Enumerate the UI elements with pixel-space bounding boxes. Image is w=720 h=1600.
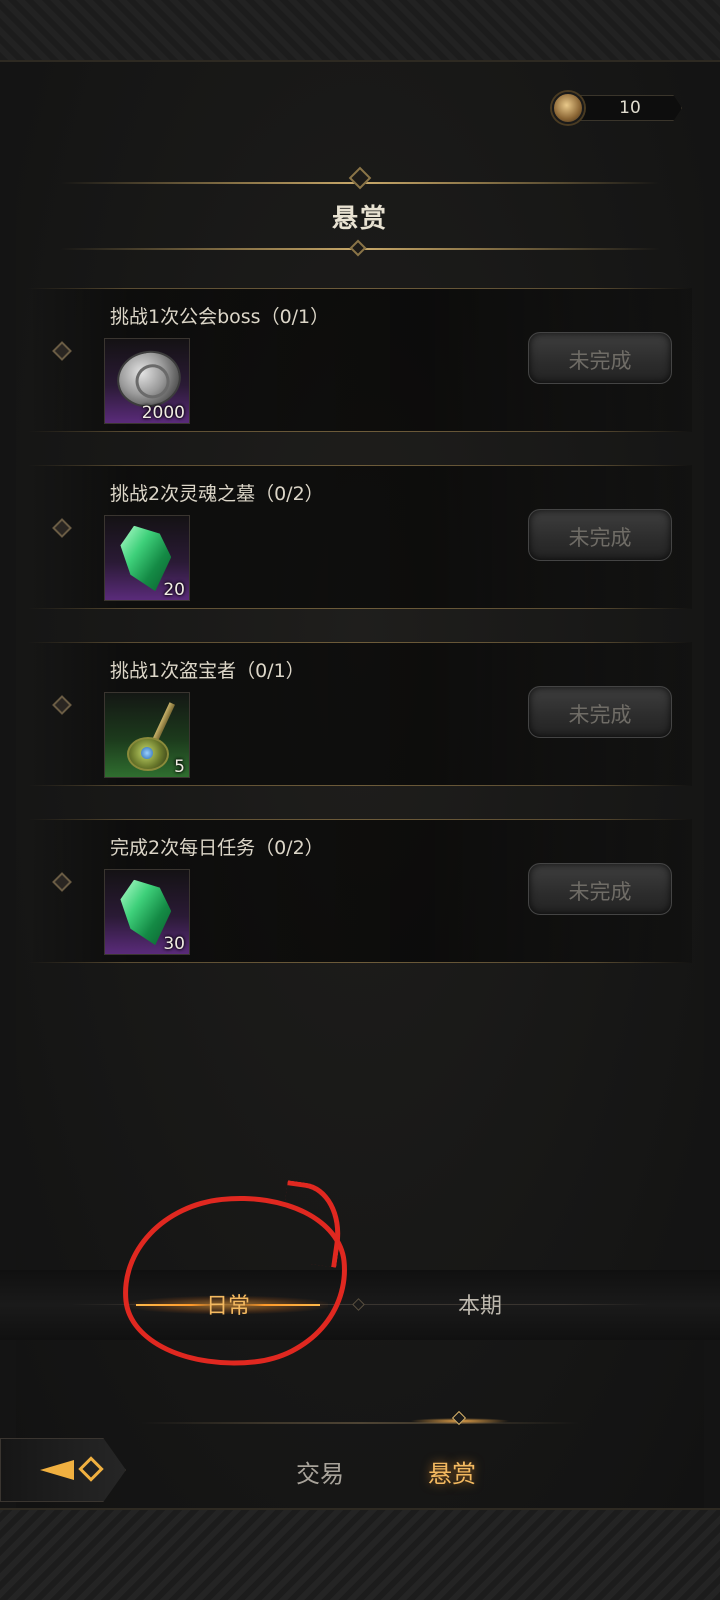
currency-display: 10 <box>552 92 684 124</box>
ornate-bottom-border <box>0 1508 720 1600</box>
back-arrow-icon <box>40 1460 74 1480</box>
tab-current-period[interactable]: 本期 <box>380 1270 580 1340</box>
task-label: 挑战2次灵魂之墓（0/2） <box>110 483 324 505</box>
nav-bounty[interactable]: 悬赏 <box>392 1454 512 1489</box>
tab-daily-label: 日常 <box>205 1294 250 1319</box>
row-divider <box>28 608 692 609</box>
row-divider <box>28 642 692 643</box>
reward-count: 5 <box>174 757 185 777</box>
nav-trade[interactable]: 交易 <box>260 1454 380 1489</box>
status-button[interactable]: 未完成 <box>528 509 672 561</box>
diamond-bullet-icon <box>52 518 72 538</box>
diamond-bullet-icon <box>52 341 72 361</box>
reward-slot[interactable]: 2000 <box>104 338 190 424</box>
task-row: 挑战1次盗宝者（0/1） 5 未完成 <box>28 642 692 786</box>
currency-value: 10 <box>619 98 641 118</box>
task-row: 挑战2次灵魂之墓（0/2） 20 未完成 <box>28 465 692 609</box>
nav-divider <box>140 1422 580 1424</box>
title-bottom-ornament-icon <box>349 239 367 257</box>
reward-count: 20 <box>163 580 185 600</box>
row-divider <box>28 962 692 963</box>
row-divider <box>28 431 692 432</box>
row-divider <box>28 465 692 466</box>
diamond-bullet-icon <box>52 695 72 715</box>
status-button[interactable]: 未完成 <box>528 863 672 915</box>
status-button[interactable]: 未完成 <box>528 332 672 384</box>
row-divider <box>28 288 692 289</box>
reward-count: 30 <box>163 934 185 954</box>
bronze-coin-icon <box>552 92 584 124</box>
tab-separator-icon <box>352 1298 365 1311</box>
diamond-bullet-icon <box>52 872 72 892</box>
status-button-label: 未完成 <box>568 703 632 727</box>
reward-slot[interactable]: 5 <box>104 692 190 778</box>
reward-slot[interactable]: 20 <box>104 515 190 601</box>
scepter-icon <box>119 693 179 777</box>
status-button-label: 未完成 <box>568 526 632 550</box>
task-row: 挑战1次公会boss（0/1） 2000 未完成 <box>28 288 692 432</box>
reward-slot[interactable]: 30 <box>104 869 190 955</box>
reward-count: 2000 <box>141 403 185 423</box>
page-title: 悬赏 <box>331 204 388 234</box>
period-tab-bar: 日常 本期 <box>0 1270 720 1340</box>
status-button-label: 未完成 <box>568 349 632 373</box>
status-button-label: 未完成 <box>568 880 632 904</box>
ornate-top-border <box>0 0 720 62</box>
row-divider <box>28 819 692 820</box>
row-divider <box>28 785 692 786</box>
scepter-gem <box>141 747 153 759</box>
task-label: 完成2次每日任务（0/2） <box>110 837 324 859</box>
task-label: 挑战1次盗宝者（0/1） <box>110 660 305 682</box>
task-label: 挑战1次公会boss（0/1） <box>110 306 330 328</box>
tab-current-period-label: 本期 <box>457 1294 502 1319</box>
title-banner: 悬赏 <box>60 160 660 264</box>
status-button[interactable]: 未完成 <box>528 686 672 738</box>
title-ornament-icon <box>348 166 372 190</box>
task-row: 完成2次每日任务（0/2） 30 未完成 <box>28 819 692 963</box>
tab-daily[interactable]: 日常 <box>128 1270 328 1340</box>
